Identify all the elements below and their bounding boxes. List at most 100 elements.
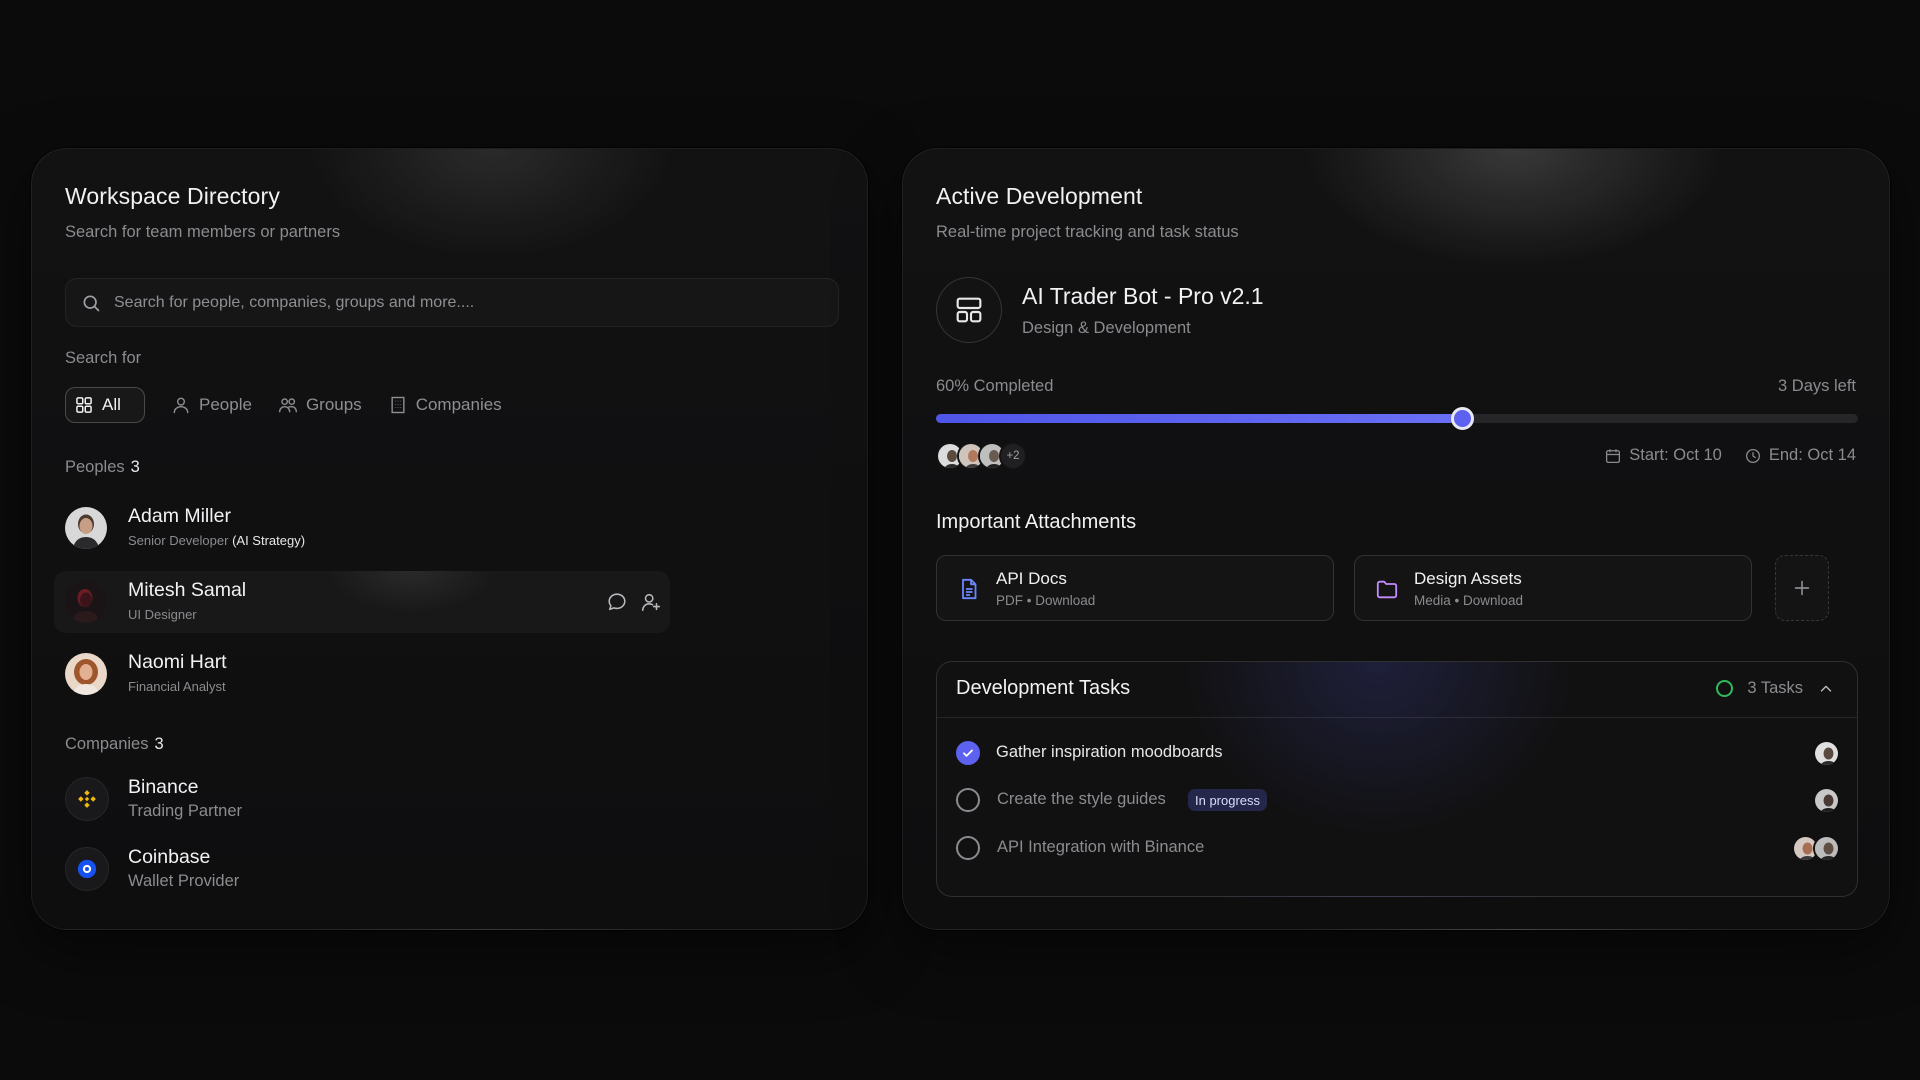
- building-icon: [391, 396, 405, 414]
- person-name: Mitesh Samal: [128, 579, 247, 601]
- project-icon: [936, 277, 1002, 343]
- workspace-directory-card: Workspace Directory Search for team memb…: [31, 148, 868, 930]
- card-subtitle: Real-time project tracking and task stat…: [936, 223, 1239, 241]
- document-icon: [962, 578, 977, 600]
- add-attachment-button[interactable]: [1775, 555, 1829, 621]
- avatar: [1813, 835, 1840, 862]
- filter-people[interactable]: People: [171, 387, 252, 423]
- filter-label: Companies: [415, 395, 502, 414]
- avatar-image: [65, 507, 107, 549]
- avatar-image: [65, 653, 107, 695]
- task-item[interactable]: API Integration with Binance: [956, 831, 1840, 863]
- filter-label: People: [199, 395, 252, 414]
- person-role: Financial Analyst: [128, 679, 226, 694]
- start-date-text: Start: Oct 10: [1629, 446, 1722, 464]
- progress-fill: [936, 414, 1462, 423]
- card-title: Active Development: [936, 183, 1143, 209]
- attachment-title: Design Assets: [1414, 569, 1522, 588]
- filter-label: Groups: [305, 395, 362, 414]
- progress-handle[interactable]: [1450, 407, 1474, 430]
- avatar-image: [65, 581, 107, 623]
- avatar: [65, 581, 107, 623]
- development-tasks-panel: Development Tasks 3 Tasks Gather inspira…: [936, 661, 1858, 897]
- coinbase-logo-icon: [65, 847, 109, 891]
- role-highlight: (AI Strategy): [232, 533, 306, 548]
- filter-label: All: [102, 395, 121, 414]
- companies-count: 3: [154, 735, 164, 753]
- filter-groups[interactable]: Groups: [278, 387, 362, 423]
- tasks-title: Development Tasks: [956, 677, 1131, 699]
- filter-all[interactable]: All: [65, 387, 145, 423]
- search-icon: [83, 295, 100, 312]
- folder-icon: [1376, 580, 1398, 599]
- avatar: [65, 507, 107, 549]
- project-category: Design & Development: [1022, 319, 1191, 337]
- person-adam-miller[interactable]: Adam Miller Senior Developer (AI Strateg…: [54, 497, 670, 559]
- checkbox[interactable]: [956, 836, 980, 860]
- end-date: End: Oct 14: [1744, 446, 1856, 465]
- task-label: Gather inspiration moodboards: [996, 743, 1223, 761]
- clock-icon: [1745, 448, 1760, 463]
- layout-icon: [956, 297, 982, 323]
- project-dates: Start: Oct 10 End: Oct 14: [1604, 446, 1856, 465]
- person-mitesh-samal[interactable]: Mitesh Samal UI Designer: [54, 571, 670, 633]
- person-actions: [606, 591, 662, 613]
- section-title: Companies: [65, 735, 149, 753]
- plus-icon: [1794, 580, 1810, 596]
- company-name: Coinbase: [128, 846, 211, 868]
- tasks-header[interactable]: Development Tasks 3 Tasks: [937, 662, 1857, 718]
- section-title: Peoples: [65, 458, 125, 476]
- add-user-icon[interactable]: [640, 591, 662, 613]
- task-assignees: [1813, 787, 1840, 814]
- project-name: AI Trader Bot - Pro v2.1: [1022, 283, 1264, 309]
- card-subtitle: Search for team members or partners: [65, 223, 341, 241]
- task-label: Create the style guides: [997, 790, 1166, 808]
- person-naomi-hart[interactable]: Naomi Hart Financial Analyst: [54, 643, 670, 705]
- task-assignees: [1792, 835, 1840, 862]
- role-text: Senior Developer: [128, 533, 229, 548]
- attachments-title: Important Attachments: [936, 511, 1137, 533]
- progress-bar: [936, 407, 1858, 430]
- chevron-up-icon[interactable]: [1817, 680, 1835, 698]
- peoples-section-label: Peoples 3: [65, 458, 140, 477]
- task-assignees: [1813, 740, 1840, 767]
- attachment-api-docs[interactable]: API Docs PDF • Download: [936, 555, 1334, 621]
- filter-companies[interactable]: Companies: [388, 387, 502, 423]
- person-role: Senior Developer (AI Strategy): [128, 533, 305, 548]
- person-name: Naomi Hart: [128, 651, 227, 673]
- search-for-label: Search for: [65, 349, 142, 367]
- attachment-title: API Docs: [996, 569, 1067, 588]
- team-avatars[interactable]: +2: [936, 442, 1027, 470]
- checkbox-checked[interactable]: [956, 741, 980, 765]
- attachment-design-assets[interactable]: Design Assets Media • Download: [1354, 555, 1752, 621]
- attachment-meta: Media • Download: [1414, 593, 1524, 608]
- task-label: API Integration with Binance: [997, 838, 1205, 856]
- users-icon: [278, 398, 297, 413]
- card-title: Workspace Directory: [65, 183, 280, 209]
- message-icon[interactable]: [606, 591, 628, 613]
- tasks-count: 3 Tasks: [1747, 679, 1803, 697]
- avatar: [1813, 740, 1840, 767]
- days-left: 3 Days left: [1778, 377, 1856, 395]
- company-relation: Wallet Provider: [128, 872, 240, 890]
- active-development-card: Active Development Real-time project tra…: [902, 148, 1890, 930]
- binance-logo-icon: [65, 777, 109, 821]
- checkbox[interactable]: [956, 788, 980, 812]
- binance-icon: [78, 790, 96, 808]
- task-item[interactable]: Gather inspiration moodboards: [956, 736, 1840, 768]
- check-icon: [963, 749, 973, 757]
- task-item[interactable]: Create the style guides In progress: [956, 783, 1840, 815]
- filter-tabs: All People Groups Companies: [65, 387, 502, 423]
- peoples-count: 3: [130, 458, 140, 476]
- coinbase-icon: [77, 859, 97, 879]
- search-input[interactable]: [114, 279, 814, 326]
- more-members-badge: +2: [999, 442, 1027, 470]
- grid-icon: [76, 397, 92, 413]
- avatar: [1813, 787, 1840, 814]
- search-box[interactable]: [65, 278, 839, 327]
- person-role: UI Designer: [128, 607, 197, 622]
- company-coinbase[interactable]: Coinbase Wallet Provider: [65, 844, 465, 894]
- progress-label: 60% Completed: [936, 377, 1054, 395]
- status-badge: In progress: [1188, 789, 1268, 811]
- company-binance[interactable]: Binance Trading Partner: [65, 774, 465, 824]
